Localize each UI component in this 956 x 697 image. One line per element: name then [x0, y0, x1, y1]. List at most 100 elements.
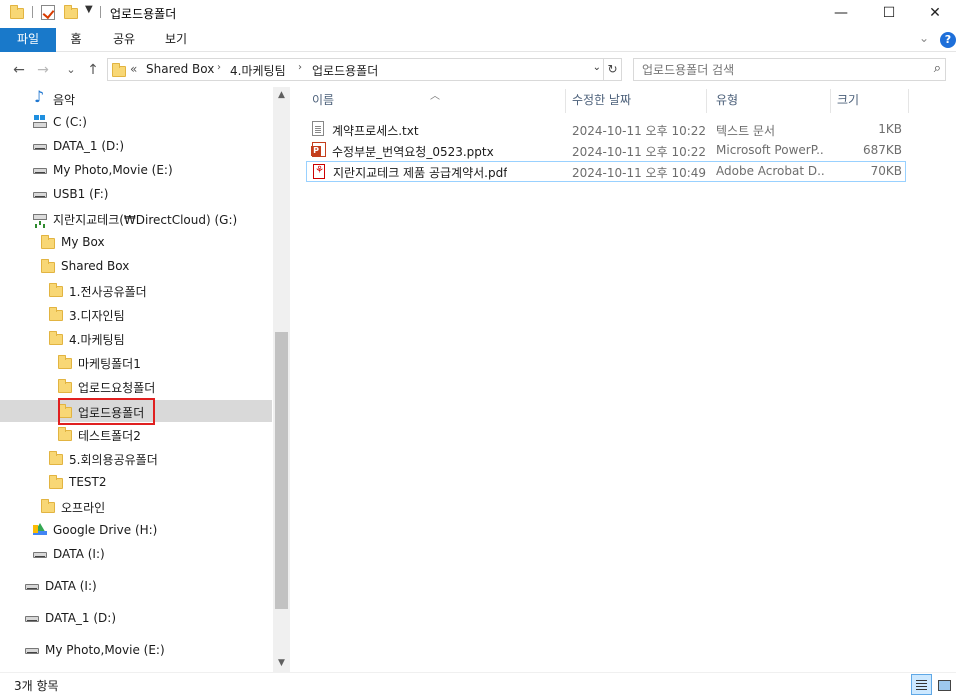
- address-dropdown-icon[interactable]: ⌄: [593, 62, 601, 73]
- tab-share[interactable]: 공유: [104, 28, 144, 52]
- tree-item-label: My Photo,Movie (E:): [45, 643, 165, 657]
- breadcrumb-separator[interactable]: ›: [217, 62, 221, 73]
- folder-icon: [49, 283, 65, 297]
- tree-item-drive-c[interactable]: C (C:): [0, 111, 272, 133]
- help-icon[interactable]: ?: [940, 32, 956, 48]
- drive-icon: [32, 547, 48, 561]
- tree-item-label: C (C:): [53, 115, 87, 129]
- column-header-name[interactable]: 이름: [312, 91, 334, 115]
- breadcrumb-item[interactable]: 업로드용폴더: [312, 62, 378, 79]
- folder-icon: [41, 259, 57, 273]
- large-icons-view-icon[interactable]: [933, 674, 954, 695]
- title-bar: ▼ 업로드용폴더 — ☐ ✕: [0, 0, 956, 26]
- folder-icon: [49, 475, 65, 489]
- file-type: Adobe Acrobat D...: [716, 164, 824, 178]
- tree-item-drive-g[interactable]: 지란지교테크(₩DirectCloud) (G:): [0, 207, 272, 229]
- tree-item-drive-e[interactable]: My Photo,Movie (E:): [0, 159, 272, 181]
- tree-item-label: DATA_1 (D:): [45, 611, 117, 625]
- tree-item-label: 4.마케팅팀: [69, 333, 125, 347]
- pdf-file-icon: [313, 164, 326, 180]
- search-box[interactable]: ⌕: [633, 58, 946, 81]
- divider: [100, 6, 101, 18]
- tree-item-folder[interactable]: 3.디자인팀: [0, 303, 272, 325]
- chevron-down-icon[interactable]: ⌄: [919, 31, 929, 45]
- tree-item-music[interactable]: ♪ 음악: [0, 87, 272, 109]
- tree-item-folder[interactable]: 1.전사공유폴더: [0, 279, 272, 301]
- file-type: Microsoft PowerP...: [716, 143, 824, 157]
- breadcrumb-overflow[interactable]: «: [130, 62, 137, 76]
- column-divider[interactable]: [706, 89, 707, 113]
- tree-item-drive-e[interactable]: My Photo,Movie (E:): [0, 639, 272, 661]
- window-title: 업로드용폴더: [110, 7, 177, 21]
- tree-item-drive-i[interactable]: DATA (I:): [0, 543, 272, 565]
- tree-item-folder[interactable]: 업로드요청폴더: [0, 375, 272, 397]
- refresh-button[interactable]: ↻: [604, 58, 622, 81]
- file-row[interactable]: P 수정부분_번역요청_0523.pptx 2024-10-11 오후 10:2…: [306, 140, 906, 161]
- file-name: 수정부분_번역요청_0523.pptx: [332, 145, 494, 159]
- column-header-type[interactable]: 유형: [716, 91, 738, 115]
- search-icon[interactable]: ⌕: [934, 61, 941, 76]
- file-row[interactable]: 지란지교테크 제품 공급계약서.pdf 2024-10-11 오후 10:49 …: [306, 161, 906, 182]
- column-header-date[interactable]: 수정한 날짜: [572, 91, 631, 115]
- tree-item-my-box[interactable]: My Box: [0, 231, 272, 253]
- tab-home[interactable]: 홈: [60, 28, 92, 52]
- back-icon[interactable]: ←: [10, 60, 28, 80]
- tree-item-folder[interactable]: 5.회의용공유폴더: [0, 447, 272, 469]
- tree-item-label: TEST2: [69, 475, 107, 489]
- tree-item-label: 마케팅폴더1: [78, 357, 141, 371]
- nav-scrollbar[interactable]: ▲ ▼: [273, 87, 290, 672]
- address-bar[interactable]: « Shared Box › 4.마케팅팀 › 업로드용폴더 ⌄: [107, 58, 604, 81]
- folder-icon: [49, 331, 65, 345]
- tree-item-offline[interactable]: 오프라인: [0, 495, 272, 517]
- sort-ascending-icon: ︿: [430, 91, 440, 102]
- tree-item-folder[interactable]: TEST2: [0, 471, 272, 493]
- search-input[interactable]: [642, 62, 912, 78]
- tree-item-label: 1.전사공유폴더: [69, 285, 147, 299]
- tree-item-folder[interactable]: 테스트폴더2: [0, 423, 272, 445]
- up-icon[interactable]: ↑: [84, 60, 102, 80]
- tree-item-folder[interactable]: 마케팅폴더1: [0, 351, 272, 373]
- minimize-button[interactable]: —: [818, 0, 864, 26]
- forward-icon[interactable]: →: [34, 60, 52, 80]
- tree-item-label: 음악: [53, 93, 76, 107]
- folder-icon: [58, 379, 74, 393]
- breadcrumb-item[interactable]: Shared Box: [146, 62, 214, 76]
- highlight-box: [58, 398, 155, 425]
- breadcrumb-item[interactable]: 4.마케팅팀: [230, 62, 286, 79]
- tree-item-drive-i[interactable]: DATA (I:): [0, 575, 272, 597]
- tree-item-label: My Box: [61, 235, 105, 249]
- tab-file[interactable]: 파일: [0, 28, 56, 52]
- file-row[interactable]: 계약프로세스.txt 2024-10-11 오후 10:22 텍스트 문서 1K…: [306, 119, 906, 140]
- tree-item-drive-d[interactable]: DATA_1 (D:): [0, 607, 272, 629]
- recent-locations-icon[interactable]: ⌄: [62, 60, 80, 80]
- close-button[interactable]: ✕: [912, 0, 956, 26]
- scroll-up-icon[interactable]: ▲: [273, 87, 290, 103]
- tree-item-folder[interactable]: 4.마케팅팀: [0, 327, 272, 349]
- drive-icon: [24, 611, 40, 625]
- quick-access-dropdown-icon[interactable]: ▼: [85, 4, 93, 15]
- tree-item-shared-box[interactable]: Shared Box: [0, 255, 272, 277]
- column-divider[interactable]: [830, 89, 831, 113]
- tree-item-label: 3.디자인팀: [69, 309, 125, 323]
- properties-icon[interactable]: [41, 5, 55, 20]
- tree-item-drive-f[interactable]: USB1 (F:): [0, 183, 272, 205]
- tree-item-label: DATA (I:): [53, 547, 105, 561]
- file-name: 계약프로세스.txt: [332, 124, 419, 138]
- details-view-icon[interactable]: [911, 674, 932, 695]
- tree-item-label: 오프라인: [61, 501, 106, 515]
- file-date: 2024-10-11 오후 10:22: [572, 145, 707, 159]
- tree-item-drive-d[interactable]: DATA_1 (D:): [0, 135, 272, 157]
- scroll-down-icon[interactable]: ▼: [273, 655, 290, 671]
- breadcrumb-separator[interactable]: ›: [298, 62, 302, 73]
- column-divider[interactable]: [908, 89, 909, 113]
- column-header-size[interactable]: 크기: [837, 91, 859, 115]
- tree-item-label: 5.회의용공유폴더: [69, 453, 158, 467]
- tree-item-google-drive[interactable]: Google Drive (H:): [0, 519, 272, 541]
- tab-view[interactable]: 보기: [156, 28, 196, 52]
- new-folder-icon[interactable]: [64, 5, 78, 19]
- column-divider[interactable]: [565, 89, 566, 113]
- maximize-button[interactable]: ☐: [866, 0, 912, 26]
- tree-item-label: Google Drive (H:): [53, 523, 158, 537]
- tree-item-label: DATA (I:): [45, 579, 97, 593]
- scrollbar-thumb[interactable]: [275, 332, 288, 609]
